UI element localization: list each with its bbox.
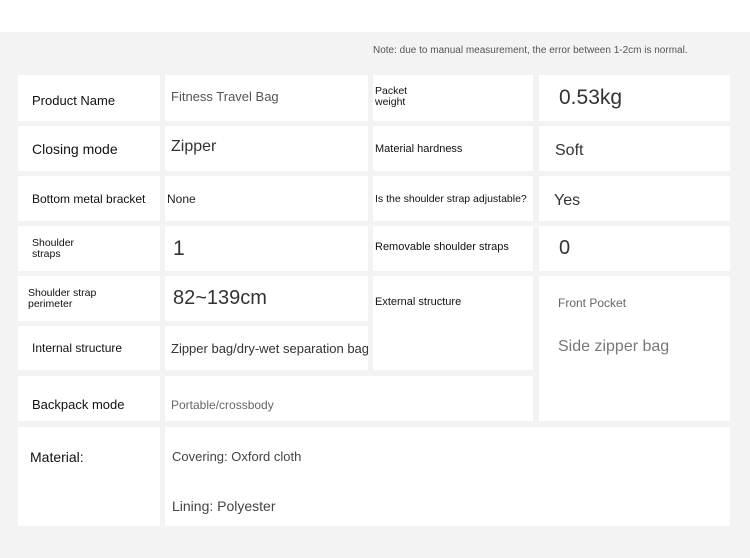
packet-weight-value-cell: 0.53kg — [539, 75, 730, 121]
removable-straps-value-cell: 0 — [539, 226, 730, 271]
bottom-bracket-label: Bottom metal bracket — [32, 191, 146, 206]
backpack-mode-value-cell: Portable/crossbody — [165, 376, 533, 421]
strap-adjustable-label-cell: Is the shoulder strap adjustable? — [373, 176, 533, 221]
material-lining-value: Lining: Polyester — [172, 498, 276, 514]
strap-perimeter-label: Shoulder strap perimeter — [28, 286, 97, 310]
material-label-cell: Material: — [18, 427, 160, 526]
strap-adjustable-label: Is the shoulder strap adjustable? — [375, 192, 527, 205]
shoulder-straps-label-line1: Shoulder — [32, 236, 75, 249]
closing-mode-value: Zipper — [171, 137, 217, 155]
measurement-note: Note: due to manual measurement, the err… — [373, 45, 688, 56]
external-structure-label: External structure — [375, 296, 462, 308]
removable-straps-label: Removable shoulder straps — [375, 240, 509, 253]
product-name-label-cell: Product Name — [18, 75, 160, 121]
material-value-cell: Covering: Oxford cloth Lining: Polyester — [165, 427, 730, 526]
strap-adjustable-value-cell: Yes — [539, 176, 730, 221]
backpack-mode-label-cell: Backpack mode — [18, 376, 160, 421]
shoulder-straps-label-line2: straps — [32, 247, 61, 260]
product-name-label: Product Name — [32, 92, 116, 108]
strap-perimeter-label-line1: Shoulder strap — [28, 286, 97, 299]
product-name-value-cell: Fitness Travel Bag — [165, 75, 368, 121]
packet-weight-label-line2: weight — [375, 96, 406, 108]
backpack-mode-value: Portable/crossbody — [171, 397, 274, 412]
packet-weight-value: 0.53kg — [559, 86, 623, 109]
strap-perimeter-label-cell: Shoulder strap perimeter — [18, 276, 160, 321]
shoulder-straps-value: 1 — [173, 236, 185, 260]
strap-perimeter-value: 82~139cm — [173, 287, 267, 309]
closing-mode-value-cell: Zipper — [165, 126, 368, 171]
external-structure-value-2: Side zipper bag — [558, 338, 670, 355]
bottom-bracket-value-cell: None — [165, 176, 368, 221]
internal-structure-label-cell: Internal structure — [18, 326, 160, 370]
external-structure-value-cell: Front Pocket Side zipper bag — [539, 276, 730, 421]
strap-adjustable-value: Yes — [554, 191, 581, 209]
material-covering-value: Covering: Oxford cloth — [172, 449, 302, 464]
material-hardness-value-cell: Soft — [539, 126, 730, 171]
removable-straps-value: 0 — [559, 237, 571, 259]
internal-structure-label: Internal structure — [32, 341, 123, 355]
shoulder-straps-label-cell: Shoulder straps — [18, 226, 160, 271]
strap-perimeter-label-line2: perimeter — [28, 297, 73, 310]
packet-weight-label-cell: Packet weight — [373, 75, 533, 121]
packet-weight-label: Packet weight — [375, 86, 407, 108]
removable-straps-label-cell: Removable shoulder straps — [373, 226, 533, 271]
external-structure-value-1: Front Pocket — [558, 296, 627, 310]
bottom-bracket-value: None — [167, 191, 196, 206]
material-label: Material: — [30, 449, 84, 465]
closing-mode-label: Closing mode — [32, 140, 118, 157]
material-hardness-value: Soft — [555, 141, 584, 159]
shoulder-straps-label: Shoulder straps — [32, 236, 75, 260]
bottom-bracket-label-cell: Bottom metal bracket — [18, 176, 160, 221]
closing-mode-label-cell: Closing mode — [18, 126, 160, 171]
strap-perimeter-value-cell: 82~139cm — [165, 276, 368, 321]
material-hardness-label-cell: Material hardness — [373, 126, 533, 171]
product-name-value: Fitness Travel Bag — [171, 88, 279, 104]
material-hardness-label: Material hardness — [375, 142, 463, 155]
internal-structure-value-cell: Zipper bag/dry-wet separation bag — [165, 326, 368, 370]
external-structure-label-cell: External structure — [373, 276, 533, 370]
internal-structure-value: Zipper bag/dry-wet separation bag — [171, 340, 368, 356]
backpack-mode-label: Backpack mode — [32, 397, 125, 412]
shoulder-straps-value-cell: 1 — [165, 226, 368, 271]
